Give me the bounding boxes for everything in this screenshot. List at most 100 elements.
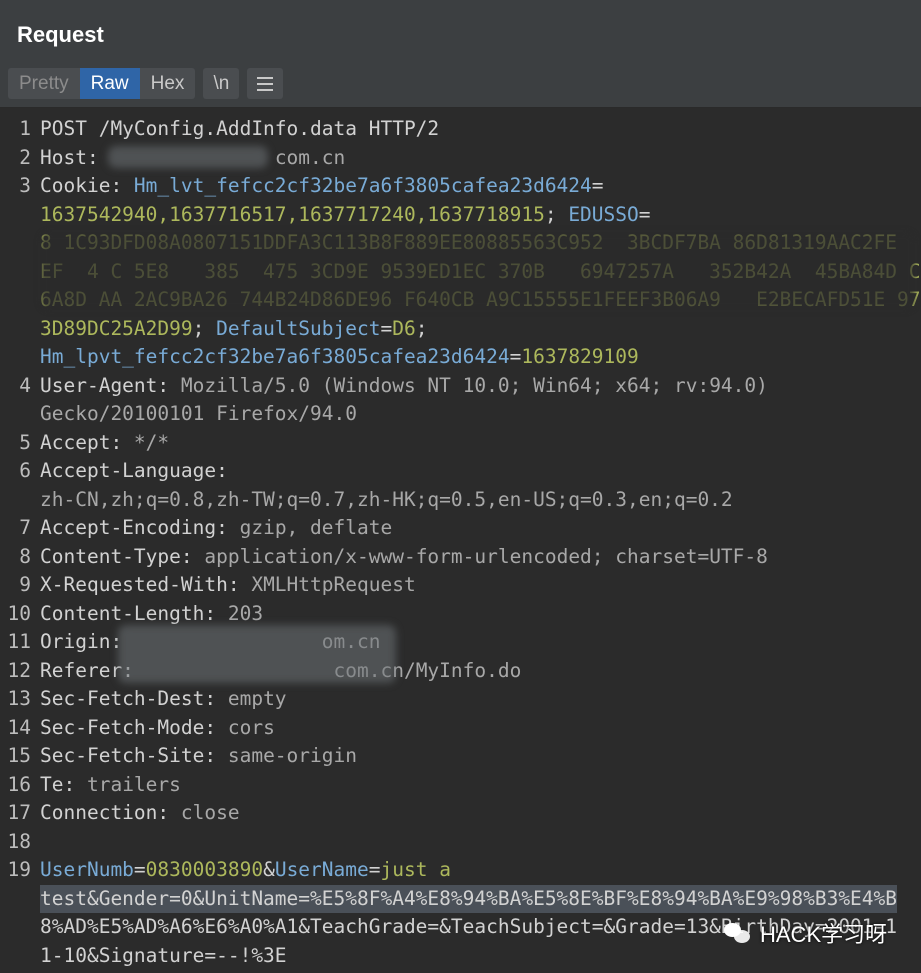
line-number: 8 <box>19 544 31 568</box>
line-number: 17 <box>7 801 31 824</box>
token: = <box>380 316 393 340</box>
token: XMLHttpRequest <box>251 573 416 596</box>
token: Sec-Fetch-Dest: <box>40 687 228 710</box>
line-number: 3 <box>19 174 31 197</box>
line-content: 1637542940,1637716517,1637717240,1637718… <box>40 201 651 230</box>
line-content: X-Requested-With: XMLHttpRequest <box>40 571 416 600</box>
line-number: 11 <box>7 630 31 653</box>
token: close <box>180 801 240 824</box>
token: Hm_lvt_fefcc2cf32be7a6f3805cafea23d6424 <box>133 174 592 197</box>
line-number: 2 <box>19 145 31 169</box>
token: Content-Length: <box>40 601 228 625</box>
token: X-Requested-With: <box>40 573 252 596</box>
watermark: HACK学习呀 <box>724 916 887 950</box>
line-content: Accept-Language: <box>40 457 240 486</box>
token: ; <box>415 316 428 340</box>
token: Sec-Fetch-Mode: <box>40 715 228 739</box>
token: Connection: <box>40 801 181 824</box>
token: = <box>133 858 146 881</box>
token: Gecko/20100101 Firefox/94.0 <box>40 402 357 425</box>
line-content: Sec-Fetch-Site: same-origin <box>40 742 357 771</box>
raw-tab[interactable]: Raw <box>79 68 140 99</box>
token: = <box>638 202 651 226</box>
line-content: Accept-Encoding: gzip, deflate <box>40 514 392 543</box>
watermark-text: HACK学习呀 <box>760 922 888 947</box>
show-newlines-button[interactable]: \n <box>203 68 240 99</box>
token: 0830003890 <box>145 858 264 881</box>
line-content: zh-CN,zh;q=0.8,zh-TW;q=0.7,zh-HK;q=0.5,e… <box>40 486 733 515</box>
code-line: 18 <box>0 828 921 857</box>
line-number: 15 <box>7 744 31 767</box>
code-line: 7 Accept-Encoding: gzip, deflate <box>0 514 921 543</box>
token: ; <box>192 316 217 340</box>
token: gzip, deflate <box>239 516 393 539</box>
line-content: Accept: */* <box>40 429 169 458</box>
line-content: Hm_lpvt_fefcc2cf32be7a6f3805cafea23d6424… <box>40 343 639 372</box>
line-content: Sec-Fetch-Dest: empty <box>40 685 287 714</box>
code-line: 9 X-Requested-With: XMLHttpRequest <box>0 571 921 600</box>
token: Content-Type: <box>40 544 205 568</box>
token: same-origin <box>227 744 357 767</box>
code-line: 8 Content-Type: application/x-www-form-ur… <box>0 543 921 572</box>
code-line: 14 Sec-Fetch-Mode: cors <box>0 714 921 743</box>
token: empty <box>227 687 287 710</box>
token: Accept-Encoding: <box>40 516 240 539</box>
code-line: 5 Accept: */* <box>0 429 921 458</box>
line-content: Gecko/20100101 Firefox/94.0 <box>40 400 357 429</box>
line-content: Connection: close <box>40 799 240 828</box>
hamburger-menu-icon[interactable] <box>247 68 284 99</box>
line-content: 1-10&Signature=--!%3E <box>40 942 287 971</box>
code-line: 1637542940,1637716517,1637717240,1637718… <box>0 201 921 230</box>
token: = <box>591 174 604 197</box>
line-number: 14 <box>7 715 31 739</box>
token: 3D89DC25A2D99 <box>40 316 193 340</box>
view-mode-toolbar: Pretty Raw Hex \n <box>8 68 284 99</box>
token: POST /MyConfig.AddInfo.data HTTP/2 <box>40 117 440 140</box>
token: test&Gender=0&UnitName=%E5%8F%A4%E8%94%B… <box>40 886 898 910</box>
redaction-blur <box>118 625 396 683</box>
code-line: 13 Sec-Fetch-Dest: empty <box>0 685 921 714</box>
code-line: Gecko/20100101 Firefox/94.0 <box>0 400 921 429</box>
line-number: 19 <box>7 858 31 881</box>
view-mode-segmented-control: Pretty Raw Hex <box>8 68 196 99</box>
code-line: test&Gender=0&UnitName=%E5%8F%A4%E8%94%B… <box>0 884 921 913</box>
code-line: 6 Accept-Language: <box>0 457 921 486</box>
request-panel-header: Request Pretty Raw Hex \n <box>0 0 921 108</box>
line-content: UserNumb=0830003890&UserName=just a <box>40 856 451 885</box>
line-content: User-Agent: Mozilla/5.0 (Windows NT 10.0… <box>40 372 768 401</box>
token: */* <box>133 430 170 454</box>
code-line: 3 Cookie: Hm_lvt_fefcc2cf32be7a6f3805cafe… <box>0 172 921 201</box>
token: = <box>509 345 522 368</box>
token: & <box>263 858 275 881</box>
line-content: 3D89DC25A2D99; DefaultSubject=D6; <box>40 315 427 344</box>
code-line: 3D89DC25A2D99; DefaultSubject=D6; <box>0 315 921 344</box>
token: = <box>368 858 381 881</box>
code-line: 10 Content-Length: 203 <box>0 600 921 629</box>
code-line: 1 POST /MyConfig.AddInfo.data HTTP/2 <box>0 115 921 144</box>
line-number: 18 <box>7 829 31 853</box>
token: Hm_lpvt_fefcc2cf32be7a6f3805cafea23d6424 <box>40 345 510 368</box>
line-number: 10 <box>7 601 31 625</box>
token: EDUSSO <box>568 202 639 226</box>
token: Host: <box>40 145 111 169</box>
token: application/x-www-form-urlencoded; chars… <box>204 544 768 568</box>
token: D6 <box>392 316 416 340</box>
pretty-tab[interactable]: Pretty <box>8 68 80 99</box>
token: UserNumb <box>40 858 134 881</box>
wechat-icon <box>724 921 752 945</box>
token: trailers <box>86 772 181 796</box>
code-line: Hm_lpvt_fefcc2cf32be7a6f3805cafea23d6424… <box>0 343 921 372</box>
line-content: Te: trailers <box>40 771 181 800</box>
line-content: Content-Length: 203 <box>40 600 263 629</box>
token: Accept-Language: <box>40 459 240 482</box>
token: DefaultSubject <box>216 316 381 340</box>
token: Sec-Fetch-Site: <box>40 744 228 767</box>
code-line: 16 Te: trailers <box>0 771 921 800</box>
token: 1637542940,1637716517,1637717240,1637718… <box>40 202 545 226</box>
line-number: 16 <box>7 772 31 796</box>
code-line: zh-CN,zh;q=0.8,zh-TW;q=0.7,zh-HK;q=0.5,e… <box>0 486 921 515</box>
code-line: 19 UserNumb=0830003890&UserName=just a <box>0 856 921 885</box>
hex-tab[interactable]: Hex <box>140 68 196 99</box>
token: 1-10&Signature=--!%3E <box>40 943 287 967</box>
token: Te: <box>40 772 87 796</box>
